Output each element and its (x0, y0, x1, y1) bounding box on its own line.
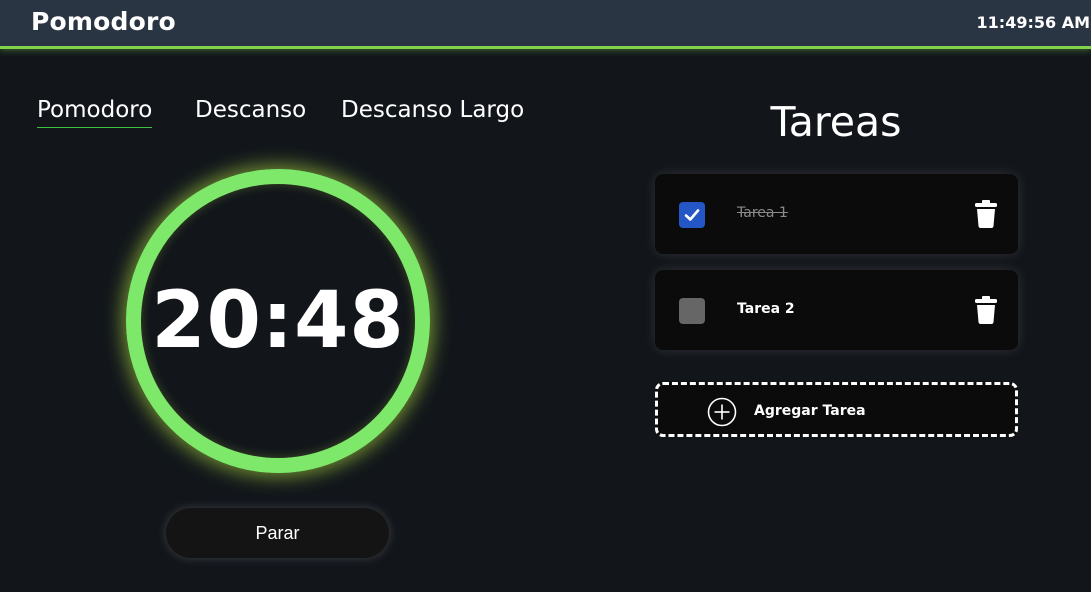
clock: 11:49:56 AM (976, 13, 1090, 32)
task-checkbox[interactable] (679, 298, 705, 324)
app-title: Pomodoro (31, 7, 176, 36)
timer-display: 20:48 (151, 276, 405, 366)
trash-icon[interactable] (974, 296, 998, 324)
timer-ring: 20:48 (126, 169, 430, 473)
plus-circle-icon (707, 397, 737, 427)
add-task-label: Agregar Tarea (754, 403, 866, 419)
task-item: Tarea 1 (655, 174, 1018, 254)
tab-descanso-largo[interactable]: Descanso Largo (341, 97, 524, 127)
tab-descanso[interactable]: Descanso (195, 97, 306, 127)
tasks-title: Tareas (770, 98, 902, 146)
trash-icon[interactable] (974, 200, 998, 228)
task-label: Tarea 2 (737, 301, 795, 317)
task-checkbox[interactable] (679, 202, 705, 228)
stop-button[interactable]: Parar (166, 508, 389, 558)
add-task-button[interactable]: Agregar Tarea (655, 382, 1018, 437)
check-icon (684, 209, 700, 221)
task-label: Tarea 1 (737, 205, 788, 221)
tab-pomodoro[interactable]: Pomodoro (37, 97, 153, 128)
task-item: Tarea 2 (655, 270, 1018, 350)
top-bar: Pomodoro 11:49:56 AM (0, 0, 1091, 49)
